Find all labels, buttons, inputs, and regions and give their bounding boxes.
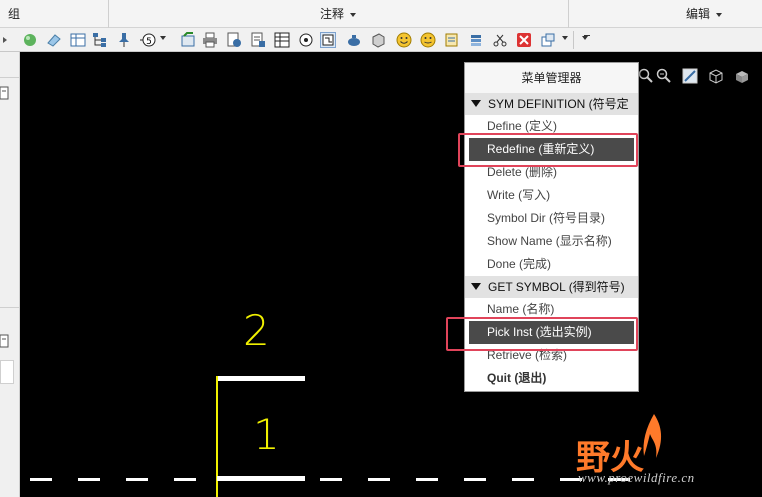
highlight-box-pick-inst [446,317,638,351]
doc-gear-icon[interactable] [226,32,242,48]
group-label-edit-text: 编辑 [686,7,711,21]
scissors-icon[interactable] [492,32,508,48]
toolbar-divider [573,31,574,49]
group-label-left[interactable]: 组 [8,0,20,28]
printer-icon[interactable] [202,32,218,48]
chevron-down-icon[interactable] [562,36,568,40]
symbol-top-bar [217,376,305,381]
left-side-panel [0,52,20,497]
icon-toolbar: 5 [0,28,762,52]
menu-section-label: GET SYMBOL (得到符号) [488,280,625,294]
chevron-down-icon [350,12,357,17]
group-label-annotate[interactable]: 注释 [320,0,357,28]
smiley-icon[interactable] [420,32,436,48]
close-icon[interactable] [516,32,532,48]
menu-section-label: SYM DEFINITION (符号定 [488,97,629,111]
doc-list-icon[interactable] [250,32,266,48]
toolbar-overflow-bar [584,35,590,36]
dash-segment [464,478,486,481]
zoom-in-icon[interactable] [638,68,654,84]
collapse-triangle-icon [471,283,481,291]
grid-table-icon[interactable] [274,32,290,48]
doc-edit-icon[interactable] [444,32,460,48]
tree-icon[interactable] [92,32,108,48]
panel-field[interactable] [0,360,14,384]
toolbar-scroll-left-icon[interactable] [3,37,7,43]
cube-icon[interactable] [370,32,386,48]
label-number-top: 2 [243,306,270,355]
menu-title[interactable]: 菜单管理器 [465,63,638,93]
dash-segment [512,478,534,481]
table-icon[interactable] [70,32,86,48]
symbol-instance-icon[interactable] [320,32,336,48]
collapse-triangle-icon [471,100,481,108]
check-table-icon[interactable] [180,32,196,48]
svg-text:5: 5 [146,37,152,47]
watermark-url: www.proewildfire.cn [578,470,695,485]
smiley-icon[interactable] [396,32,412,48]
menu-item-show-name[interactable]: Show Name (显示名称) [465,230,638,253]
flame-icon [642,412,666,467]
group-divider [568,0,569,28]
group-label-edit[interactable]: 编辑 [686,0,723,28]
ribbon-group-bar: 组 注释 编辑 [0,0,762,28]
target-icon[interactable] [298,32,314,48]
dash-segment [126,478,148,481]
panel-divider [0,77,20,78]
chevron-down-icon[interactable] [160,36,166,40]
eraser-icon[interactable] [46,32,62,48]
menu-section-sym-definition[interactable]: SYM DEFINITION (符号定 [465,93,638,115]
group-divider [108,0,109,28]
teapot-icon[interactable] [346,32,362,48]
pin-icon[interactable] [116,32,132,48]
balloon-icon[interactable]: 5 [140,32,156,48]
document-icon[interactable] [0,334,10,353]
dash-segment [174,478,196,481]
move-icon[interactable] [540,32,556,48]
chevron-down-icon[interactable] [582,36,588,40]
zoom-out-icon[interactable] [656,68,672,84]
dash-segment [416,478,438,481]
group-label-annotate-text: 注释 [320,7,345,21]
dash-segment [30,478,52,481]
menu-item-done[interactable]: Done (完成) [465,253,638,276]
chevron-down-icon [716,12,723,17]
dash-segment [320,478,342,481]
stack-icon[interactable] [468,32,484,48]
cube-view-icon[interactable] [708,68,724,84]
menu-item-quit[interactable]: Quit (退出) [465,367,638,390]
refit-icon[interactable] [682,68,698,84]
drawing-canvas[interactable]: 2 1 野火 www.proewildfire.cn [20,52,762,497]
label-number-bottom: 1 [253,410,280,459]
green-sphere-icon[interactable] [22,32,38,48]
dash-segment [368,478,390,481]
display-style-icon[interactable] [734,68,750,84]
menu-item-write[interactable]: Write (写入) [465,184,638,207]
highlight-box-redefine [458,133,638,167]
panel-divider [0,307,20,308]
menu-section-get-symbol[interactable]: GET SYMBOL (得到符号) [465,276,638,298]
menu-item-symbol-dir[interactable]: Symbol Dir (符号目录) [465,207,638,230]
document-icon[interactable] [0,86,10,105]
symbol-bottom-bar [217,476,305,481]
dash-segment [78,478,100,481]
